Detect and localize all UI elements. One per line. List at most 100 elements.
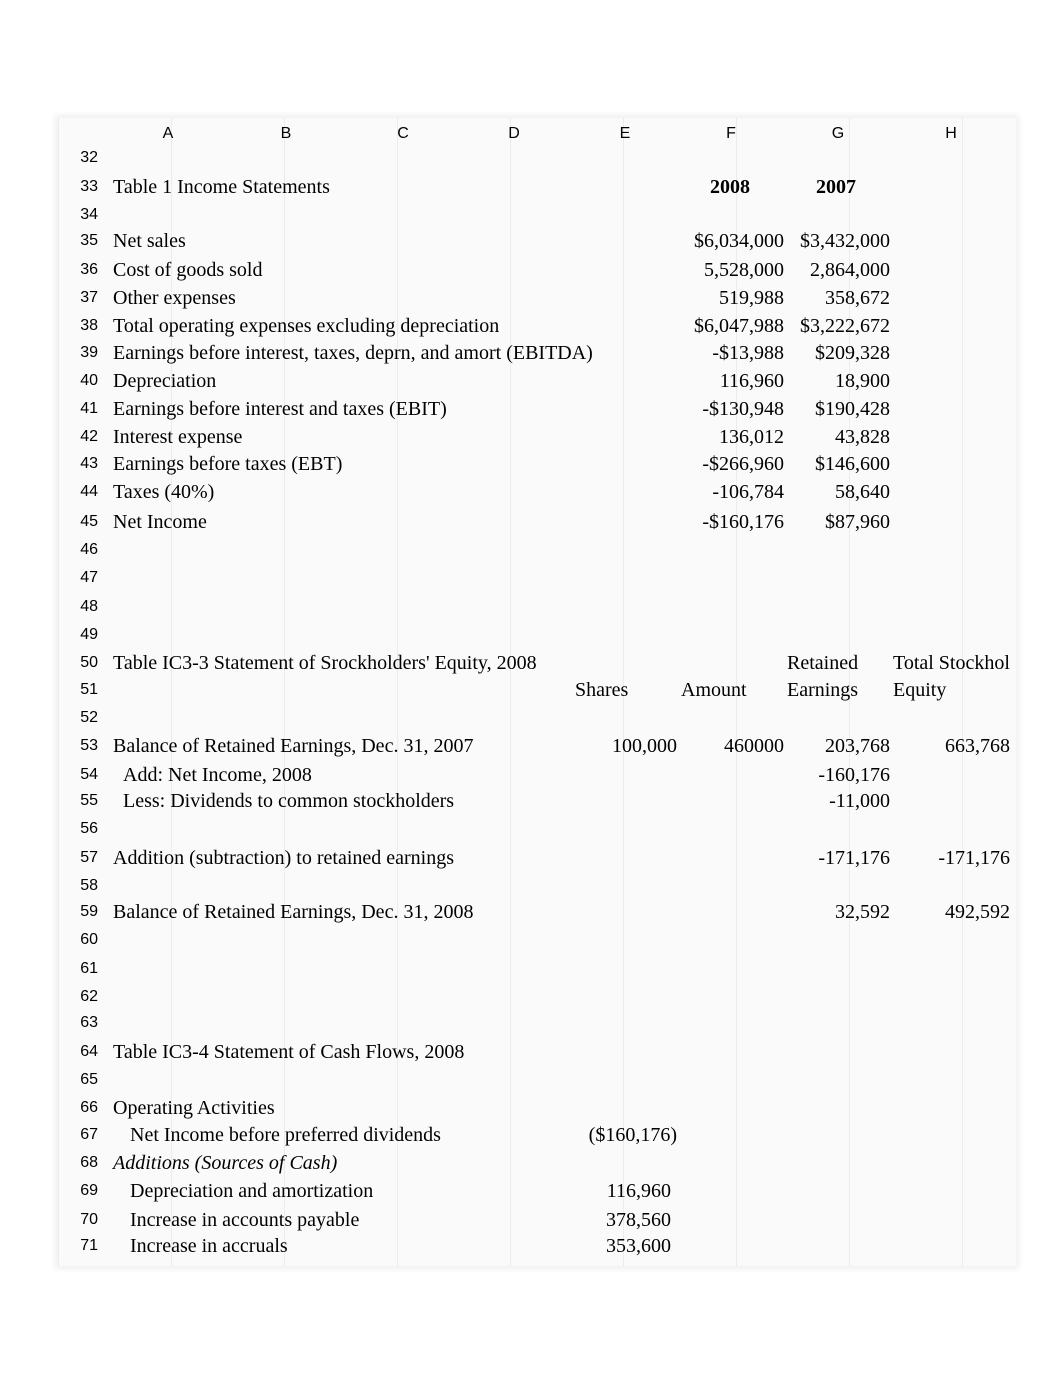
column-title-h: Equity [893, 679, 947, 701]
row-label: Operating Activities [113, 1097, 275, 1119]
row-label: Net Income before preferred dividends [130, 1124, 441, 1146]
cell-value-g: -171,176 [818, 847, 890, 869]
cell-value-g: 43,828 [835, 426, 890, 448]
cell-value-f: -$160,176 [702, 511, 784, 533]
row-number: 71 [80, 1237, 98, 1254]
cell-value-g: 358,672 [825, 287, 890, 309]
row-label: Total operating expenses excluding depre… [113, 315, 500, 337]
row-number: 56 [80, 820, 98, 837]
row-number: 60 [80, 931, 98, 948]
cell-value-g: $190,428 [815, 398, 890, 420]
row-number: 46 [80, 541, 98, 558]
cell-value-g: 203,768 [825, 735, 890, 757]
row-number: 51 [80, 681, 98, 698]
column-title-g: Retained [787, 652, 859, 674]
row-number: 37 [80, 289, 98, 306]
column-header-d[interactable]: D [508, 125, 520, 143]
cell-value-g: $87,960 [825, 511, 890, 533]
row-number: 38 [80, 317, 98, 334]
cell-value-f: 5,528,000 [704, 259, 784, 281]
year-header-f: 2008 [710, 176, 750, 198]
row-number: 53 [80, 737, 98, 754]
cell-value-f: -$13,988 [712, 342, 784, 364]
row-label: Net Income [113, 511, 207, 533]
row-label: Table IC3-4 Statement of Cash Flows, 200… [113, 1041, 465, 1063]
column-title-g: Earnings [787, 679, 859, 701]
column-header-a[interactable]: A [163, 125, 174, 143]
row-number: 64 [80, 1043, 98, 1060]
cell-value-f: 519,988 [719, 287, 784, 309]
cell-value-f: -$266,960 [702, 453, 784, 475]
cell-value-g: 2,864,000 [810, 259, 890, 281]
row-number: 50 [80, 654, 98, 671]
row-number: 66 [80, 1099, 98, 1116]
row-number: 54 [80, 766, 98, 783]
cell-value-g: 58,640 [835, 481, 890, 503]
row-number: 36 [80, 261, 98, 278]
row-number: 52 [80, 709, 98, 726]
cell-value-f: 116,960 [719, 370, 784, 392]
row-number: 68 [80, 1154, 98, 1171]
cell-value-f: $6,047,988 [694, 315, 784, 337]
cell-value-f: -$130,948 [702, 398, 784, 420]
row-number: 32 [80, 149, 98, 166]
row-label: Addition (subtraction) to retained earni… [113, 847, 455, 869]
row-number: 39 [80, 344, 98, 361]
row-label: Balance of Retained Earnings, Dec. 31, 2… [113, 901, 474, 923]
year-header-g: 2007 [816, 176, 856, 198]
cell-value-e: 100,000 [612, 735, 677, 757]
row-number: 59 [80, 903, 98, 920]
row-number: 47 [80, 569, 98, 586]
row-label: Taxes (40%) [113, 481, 215, 503]
row-label: Earnings before taxes (EBT) [113, 453, 343, 475]
column-header-h[interactable]: H [945, 125, 957, 143]
row-label: Earnings before interest and taxes (EBIT… [113, 398, 447, 420]
row-number: 40 [80, 372, 98, 389]
row-number: 58 [80, 877, 98, 894]
row-label: Depreciation [113, 370, 217, 392]
row-label: Depreciation and amortization [130, 1180, 374, 1202]
column-header-g[interactable]: G [832, 125, 844, 143]
row-number: 33 [80, 178, 98, 195]
cell-value-f: $6,034,000 [694, 230, 784, 252]
column-header-f[interactable]: F [726, 125, 736, 143]
cell-value-f: -106,784 [712, 481, 784, 503]
row-number: 55 [80, 792, 98, 809]
row-label: Table IC3-3 Statement of Srockholders' E… [113, 652, 537, 674]
cell-value-f: 460000 [724, 735, 784, 757]
column-title-e: Shares [575, 679, 629, 701]
row-label: Net sales [113, 230, 186, 252]
cell-value-f: 136,012 [719, 426, 784, 448]
row-label: Add: Net Income, 2008 [123, 764, 312, 786]
column-title-h: Total Stockhol [893, 652, 1010, 674]
column-header-c[interactable]: C [397, 125, 409, 143]
row-number: 57 [80, 849, 98, 866]
cell-value-e: 378,560 [606, 1209, 671, 1231]
row-label: Increase in accounts payable [130, 1209, 360, 1231]
cell-value-h: -171,176 [938, 847, 1010, 869]
row-number: 67 [80, 1126, 98, 1143]
cell-value-h: 663,768 [945, 735, 1010, 757]
cell-value-g: -11,000 [829, 790, 890, 812]
row-label: Interest expense [113, 426, 243, 448]
row-number: 45 [80, 513, 98, 530]
row-label: Balance of Retained Earnings, Dec. 31, 2… [113, 735, 474, 757]
row-label: Other expenses [113, 287, 236, 309]
row-number: 62 [80, 988, 98, 1005]
column-header-b[interactable]: B [281, 125, 292, 143]
row-number: 41 [80, 400, 98, 417]
cell-value-h: 492,592 [945, 901, 1010, 923]
row-label: Earnings before interest, taxes, deprn, … [113, 342, 593, 364]
row-number: 43 [80, 455, 98, 472]
row-number: 70 [80, 1211, 98, 1228]
cell-value-g: 32,592 [835, 901, 890, 923]
cell-value-e: ($160,176) [588, 1124, 677, 1146]
cell-value-g: $3,222,672 [800, 315, 890, 337]
column-header-e[interactable]: E [620, 125, 631, 143]
cell-value-g: $146,600 [815, 453, 890, 475]
row-number: 42 [80, 428, 98, 445]
row-number: 69 [80, 1182, 98, 1199]
row-number: 48 [80, 598, 98, 615]
row-label: Increase in accruals [130, 1235, 288, 1257]
row-number: 44 [80, 483, 98, 500]
